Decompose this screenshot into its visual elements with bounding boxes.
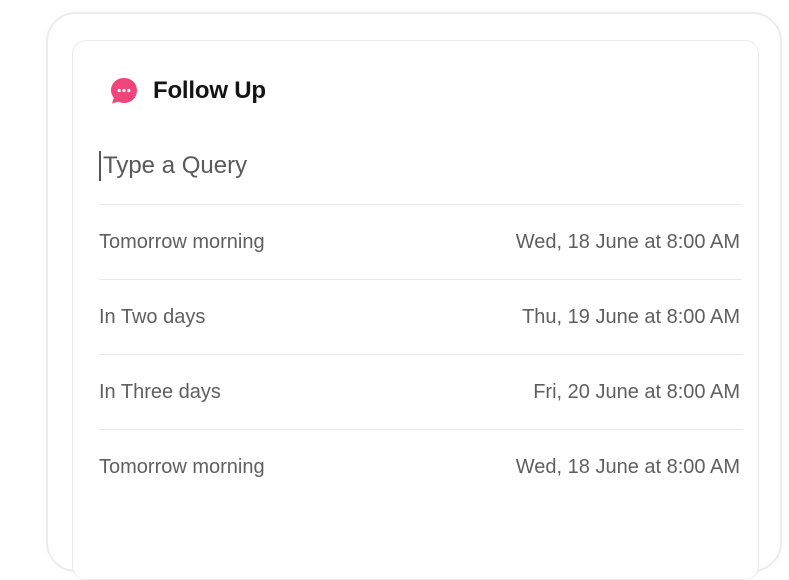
option-tomorrow-morning[interactable]: Tomorrow morning Wed, 18 June at 8:00 AM bbox=[99, 205, 742, 280]
option-tomorrow-morning-2[interactable]: Tomorrow morning Wed, 18 June at 8:00 AM bbox=[99, 430, 742, 505]
option-date: Wed, 18 June at 8:00 AM bbox=[515, 230, 740, 253]
query-input[interactable] bbox=[103, 147, 663, 185]
option-label: Tomorrow morning bbox=[99, 230, 265, 253]
option-date: Wed, 18 June at 8:00 AM bbox=[515, 456, 740, 478]
follow-up-card: Follow Up Tomorrow morning Wed, 18 June … bbox=[72, 40, 759, 580]
option-date: Thu, 19 June at 8:00 AM bbox=[522, 305, 740, 328]
option-in-two-days[interactable]: In Two days Thu, 19 June at 8:00 AM bbox=[99, 280, 742, 355]
follow-up-options: Tomorrow morning Wed, 18 June at 8:00 AM… bbox=[99, 205, 742, 505]
option-label: In Two days bbox=[99, 305, 206, 328]
option-label: In Three days bbox=[99, 380, 221, 403]
card-title: Follow Up bbox=[153, 77, 266, 104]
option-in-three-days[interactable]: In Three days Fri, 20 June at 8:00 AM bbox=[99, 355, 742, 430]
query-row bbox=[99, 147, 742, 205]
chat-bubble-icon bbox=[109, 76, 139, 106]
option-label: Tomorrow morning bbox=[99, 456, 265, 478]
card-header: Follow Up bbox=[109, 75, 266, 107]
option-date: Fri, 20 June at 8:00 AM bbox=[533, 380, 740, 403]
text-cursor bbox=[99, 151, 101, 181]
